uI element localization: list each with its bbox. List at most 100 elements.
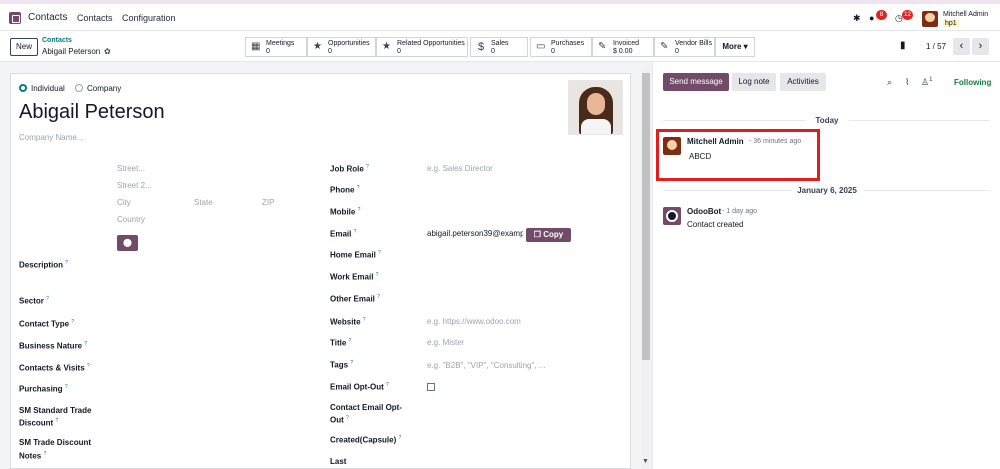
street-input[interactable]: Street... — [117, 164, 145, 173]
map-marker-icon: ⬤ — [123, 238, 132, 247]
breadcrumb-parent[interactable]: Contacts — [42, 37, 72, 44]
gear-icon[interactable]: ✿ — [104, 47, 111, 56]
website-input[interactable]: e.g. https://www.odoo.com — [427, 317, 521, 326]
message-author[interactable]: OdooBot — [687, 207, 721, 216]
paperclip-icon[interactable]: ⌇ — [905, 77, 909, 88]
smart-button-related-opportunities[interactable]: ★ Related Opportunities 0 — [376, 37, 468, 57]
email-opt-out-checkbox[interactable] — [427, 383, 435, 391]
activities-badge: 12 — [902, 10, 913, 20]
highlight-box — [656, 129, 820, 181]
divider — [864, 190, 990, 191]
control-panel: New Contacts Abigail Peterson ✿ ▦ Meetin… — [0, 31, 1000, 62]
scroll-down-icon[interactable]: ▼ — [642, 458, 649, 465]
radio-company[interactable] — [75, 84, 83, 92]
message-time: - 1 day ago — [722, 208, 758, 215]
smart-button-meetings[interactable]: ▦ Meetings 0 — [245, 37, 307, 57]
more-button[interactable]: More ▾ — [715, 37, 755, 57]
app-name[interactable]: Contacts — [28, 12, 67, 23]
dollar-icon: $ — [478, 41, 485, 53]
following-button[interactable]: Following — [954, 78, 991, 87]
title-input[interactable]: e.g. Mister — [427, 338, 464, 347]
odoobot-avatar[interactable] — [663, 207, 681, 225]
search-icon[interactable]: ⌕ — [887, 77, 892, 88]
label-work-email: Work Email ? — [330, 272, 379, 282]
state-input[interactable]: State — [194, 198, 213, 207]
scrollbar-thumb[interactable] — [642, 73, 650, 360]
user-name[interactable]: Mitchell Admin — [943, 11, 988, 18]
divider — [849, 120, 990, 121]
smart-button-opportunities[interactable]: ★ Opportunities 0 — [307, 37, 376, 57]
label-sm-standard-trade-2: Discount ? — [19, 418, 59, 428]
next-record-button[interactable]: › — [972, 38, 989, 55]
zip-input[interactable]: ZIP — [262, 198, 274, 207]
label-home-email: Home Email ? — [330, 250, 381, 260]
smart-button-purchases[interactable]: ▭ Purchases 0 — [530, 37, 592, 57]
company-name-input[interactable]: Company Name... — [19, 133, 83, 142]
contact-photo[interactable] — [568, 80, 623, 135]
form-sheet — [10, 73, 631, 469]
calendar-icon: ▦ — [251, 41, 261, 52]
breadcrumb-current: Abigail Peterson — [42, 47, 101, 56]
divider — [663, 190, 791, 191]
edit-icon: ✎ — [660, 41, 669, 52]
smart-button-sales[interactable]: $ Sales 0 — [470, 37, 528, 57]
city-input[interactable]: City — [117, 198, 131, 207]
label-contact-email-opt-out: Contact Email Opt- — [330, 403, 403, 412]
copy-icon: ❐ — [533, 230, 541, 239]
copy-button[interactable]: ❐ Copy — [526, 228, 571, 242]
label-sector: Sector ? — [19, 296, 49, 306]
menu-contacts[interactable]: Contacts — [77, 13, 113, 23]
tags-input[interactable]: e.g. "B2B", "VIP", "Consulting", ... — [427, 361, 545, 370]
label-created-capsule: Created(Capsule) ? — [330, 435, 402, 445]
label-contact-type: Contact Type ? — [19, 319, 75, 329]
contact-name-input[interactable]: Abigail Peterson — [19, 101, 165, 124]
map-marker-button[interactable]: ⬤ — [117, 235, 138, 251]
pager-value[interactable]: 1 / 57 — [926, 42, 946, 51]
label-sm-trade-discount: SM Trade Discount — [19, 438, 92, 447]
country-input[interactable]: Country — [117, 215, 145, 224]
star-icon: ★ — [382, 41, 391, 52]
label-job-role: Job Role ? — [330, 164, 369, 174]
radio-company-label: Company — [87, 84, 122, 93]
job-role-input[interactable]: e.g. Sales Director — [427, 164, 493, 173]
label-sm-trade-discount-2: Notes ? — [19, 451, 47, 461]
label-purchasing: Purchasing ? — [19, 384, 68, 394]
label-contacts-visits: Contacts & Visits ? — [19, 363, 90, 373]
followers-icon[interactable]: ♙1 — [921, 77, 932, 88]
contacts-app-icon[interactable] — [9, 12, 21, 24]
messages-badge: 8 — [876, 10, 887, 20]
log-note-button[interactable]: Log note — [732, 73, 776, 91]
message-body: Contact created — [687, 220, 744, 229]
menu-configuration[interactable]: Configuration — [122, 13, 176, 23]
file-icon[interactable]: ▮ — [900, 40, 906, 51]
smart-button-vendor-bills[interactable]: ✎ Vendor Bills 0 — [654, 37, 715, 57]
label-description: Description ? — [19, 260, 69, 270]
user-avatar[interactable] — [922, 11, 938, 27]
radio-individual-label: Individual — [31, 84, 65, 93]
email-input[interactable]: abigail.peterson39@examp — [427, 229, 523, 238]
star-icon: ★ — [313, 41, 322, 52]
date-separator-today: Today — [815, 116, 839, 125]
smart-button-invoiced[interactable]: ✎ Invoiced $ 0.00 — [592, 37, 654, 57]
edit-icon: ✎ — [598, 41, 607, 52]
label-email-opt-out: Email Opt-Out ? — [330, 382, 389, 392]
label-mobile: Mobile ? — [330, 207, 361, 217]
activities-button[interactable]: Activities — [780, 73, 826, 91]
label-business-nature: Business Nature ? — [19, 341, 88, 351]
bug-icon[interactable]: ✱ — [853, 13, 861, 24]
send-message-button[interactable]: Send message — [663, 73, 729, 91]
date-separator: January 6, 2025 — [797, 186, 857, 195]
label-other-email: Other Email ? — [330, 294, 380, 304]
label-website: Website ? — [330, 317, 366, 327]
prev-record-button[interactable]: ‹ — [953, 38, 970, 55]
caret-down-icon: ▾ — [743, 42, 748, 51]
messages-icon[interactable]: ● — [869, 13, 874, 23]
street2-input[interactable]: Street 2... — [117, 181, 152, 190]
new-button[interactable]: New — [10, 38, 38, 56]
credit-card-icon: ▭ — [536, 41, 546, 52]
radio-individual[interactable] — [19, 84, 27, 92]
label-email: Email ? — [330, 229, 357, 239]
top-navbar: Contacts Contacts Configuration ✱ ● 8 ◷ … — [0, 0, 1000, 31]
label-tags: Tags ? — [330, 360, 354, 370]
label-title: Title ? — [330, 338, 352, 348]
